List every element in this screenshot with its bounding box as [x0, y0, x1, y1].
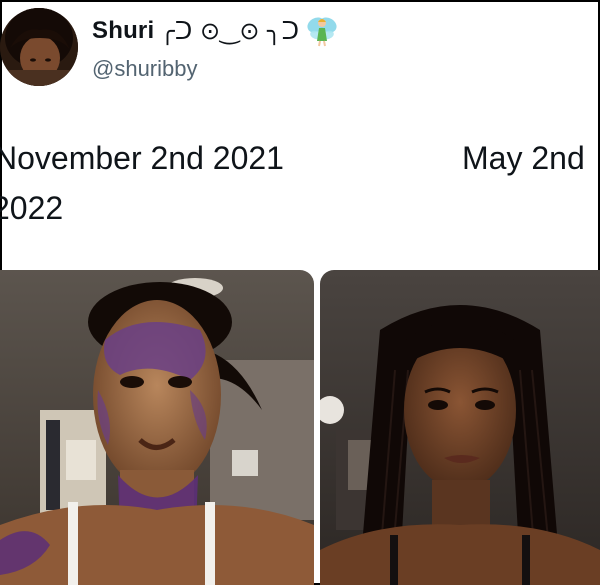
avatar-image [0, 8, 78, 86]
fairy-icon [305, 14, 339, 48]
photo-before[interactable] [0, 270, 314, 585]
tweet-header: Shuri ╭ᑐ ⊙‿⊙ ╮ᑐ @shuribby [0, 0, 600, 100]
user-handle[interactable]: @shuribby [92, 56, 198, 82]
photo-after[interactable] [320, 270, 600, 585]
tweet-text: November 2nd 2021 May 2nd 2022 [0, 132, 600, 242]
photo-before-face-mask [0, 270, 314, 585]
name-row: Shuri ╭ᑐ ⊙‿⊙ ╮ᑐ [92, 14, 339, 48]
text-year-after: 2022 [0, 190, 64, 226]
kaomoji: ╭ᑐ ⊙‿⊙ ╮ᑐ [160, 17, 300, 45]
display-name[interactable]: Shuri [92, 17, 154, 45]
text-date-after: May 2nd [462, 140, 585, 176]
text-date-before: November 2nd 2021 [0, 140, 284, 176]
media-grid [0, 270, 600, 585]
avatar[interactable] [0, 8, 78, 86]
photo-after-braids-portrait [320, 270, 600, 585]
